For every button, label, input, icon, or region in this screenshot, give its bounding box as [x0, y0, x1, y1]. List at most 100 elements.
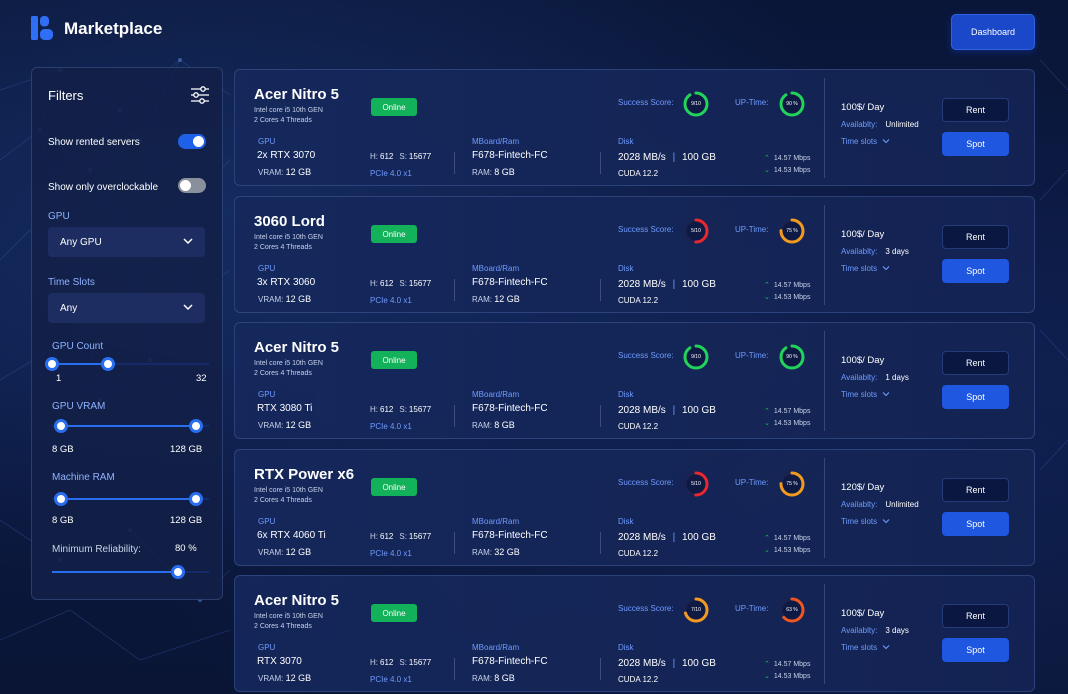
success-score-label: Success Score:	[618, 351, 674, 360]
mboard-label: MBoard/Ram	[472, 264, 520, 273]
time-slots-dropdown[interactable]: Time slots	[841, 643, 890, 652]
column-separator	[600, 658, 601, 680]
gpu-model: 6x RTX 4060 Ti	[257, 530, 326, 541]
rent-button[interactable]: Rent	[942, 478, 1009, 502]
cuda-version: CUDA 12.2	[618, 169, 659, 178]
server-cores: 2 Cores 4 Threads	[254, 244, 312, 251]
rent-button[interactable]: Rent	[942, 225, 1009, 249]
rent-button[interactable]: Rent	[942, 98, 1009, 122]
hs-info: H: 612 S: 15677	[370, 152, 437, 161]
server-card: 3060 Lord Intel core i5 10th GEN 2 Cores…	[234, 196, 1035, 313]
chevron-down-icon	[183, 238, 193, 245]
hs-info: H: 612 S: 15677	[370, 279, 437, 288]
server-cpu: Intel core i5 10th GEN	[254, 487, 323, 494]
availability-label: Availablty:	[841, 500, 878, 509]
disk-size: 100 GB	[681, 532, 716, 543]
vram-label: VRAM:	[258, 168, 284, 177]
h-label: H:	[370, 152, 378, 161]
gpu-vram-slider[interactable]	[52, 419, 209, 433]
availability-info: Availablty: Unlimited	[841, 120, 919, 129]
success-score-ring: 7/10	[683, 597, 709, 623]
arrow-up-icon: ⌃	[764, 282, 770, 289]
slider-thumb-max[interactable]	[100, 357, 115, 371]
gpu-model: RTX 3070	[257, 656, 302, 667]
server-name: Acer Nitro 5	[254, 592, 340, 609]
s-label: S:	[399, 152, 407, 161]
server-name: 3060 Lord	[254, 213, 325, 230]
gpu-label: GPU	[258, 137, 276, 146]
spot-button[interactable]: Spot	[942, 512, 1009, 536]
slider-thumb-max[interactable]	[188, 419, 203, 433]
success-score-label: Success Score:	[618, 225, 674, 234]
availability-value: 3 days	[885, 247, 909, 256]
server-cpu: Intel core i5 10th GEN	[254, 107, 323, 114]
brand-title: Marketplace	[64, 19, 163, 38]
show-rented-toggle[interactable]	[178, 134, 206, 149]
upload-speed: ⌃ 14.57 Mbps	[764, 534, 810, 542]
slider-thumb-min[interactable]	[53, 492, 68, 506]
ram-info: RAM: 8 GB	[472, 420, 515, 430]
availability-value: 3 days	[885, 626, 909, 635]
server-name: RTX Power x6	[254, 466, 355, 483]
spot-button[interactable]: Spot	[942, 132, 1009, 156]
show-overclockable-toggle[interactable]	[178, 178, 206, 193]
column-separator	[454, 405, 455, 427]
mboard-value: F678-Fintech-FC	[472, 150, 548, 161]
dashboard-button[interactable]: Dashboard	[951, 14, 1035, 50]
ram-label: RAM:	[472, 421, 492, 430]
disk-speed: 2028 MB/s	[618, 532, 666, 543]
gpu-select[interactable]: Any GPU	[48, 227, 205, 257]
arrow-down-icon: ⌄	[764, 294, 770, 301]
cuda-version: CUDA 12.2	[618, 422, 659, 431]
gpu-count-slider[interactable]	[45, 357, 209, 371]
time-slots-select[interactable]: Any	[48, 293, 205, 323]
time-slots-dropdown[interactable]: Time slots	[841, 137, 890, 146]
vram-info: VRAM: 12 GB	[258, 420, 311, 430]
rent-button[interactable]: Rent	[942, 604, 1009, 628]
server-cores: 2 Cores 4 Threads	[254, 497, 312, 504]
pipe-separator: |	[672, 532, 676, 543]
disk-info: 2028 MB/s | 100 GB	[618, 658, 716, 669]
uptime-ring: 90 %	[779, 344, 805, 370]
rent-button[interactable]: Rent	[942, 351, 1009, 375]
gpu-vram-label: GPU VRAM	[52, 401, 106, 412]
uptime-label: UP-Time:	[735, 98, 769, 107]
s-value: 15677	[408, 279, 432, 288]
disk-label: Disk	[618, 643, 634, 652]
uptime-label: UP-Time:	[735, 478, 769, 487]
pipe-separator: |	[672, 405, 676, 416]
mboard-label: MBoard/Ram	[472, 643, 520, 652]
upload-speed-value: 14.57 Mbps	[773, 155, 811, 162]
vram-info: VRAM: 12 GB	[258, 167, 311, 177]
mboard-label: MBoard/Ram	[472, 517, 520, 526]
slider-thumb-min[interactable]	[45, 357, 59, 371]
upload-speed: ⌃ 14.57 Mbps	[764, 281, 810, 289]
reliability-slider[interactable]	[52, 565, 209, 579]
disk-label: Disk	[618, 137, 634, 146]
time-slots-label: Time slots	[841, 137, 878, 146]
slider-thumb-max[interactable]	[188, 492, 203, 506]
toggle-knob	[180, 180, 191, 191]
price-per-day: 120$/ Day	[841, 482, 885, 493]
chevron-down-icon	[882, 139, 890, 144]
mboard-value: F678-Fintech-FC	[472, 656, 548, 667]
slider-thumb[interactable]	[170, 565, 185, 579]
upload-speed-value: 14.57 Mbps	[773, 535, 811, 542]
ram-label: RAM:	[472, 295, 492, 304]
spot-button[interactable]: Spot	[942, 385, 1009, 409]
time-slots-dropdown[interactable]: Time slots	[841, 390, 890, 399]
logo-icon	[31, 16, 53, 40]
time-slots-dropdown[interactable]: Time slots	[841, 264, 890, 273]
vram-value: 12 GB	[285, 547, 312, 557]
success-score-ring: 5/10	[683, 218, 709, 244]
machine-ram-slider[interactable]	[52, 492, 209, 506]
availability-info: Availablty: 3 days	[841, 247, 909, 256]
sliders-settings-icon[interactable]	[190, 86, 210, 104]
ram-value: 8 GB	[494, 420, 515, 430]
time-slots-dropdown[interactable]: Time slots	[841, 517, 890, 526]
slider-thumb-min[interactable]	[53, 419, 68, 433]
gpu-count-label: GPU Count	[52, 341, 104, 352]
spot-button[interactable]: Spot	[942, 638, 1009, 662]
spot-button[interactable]: Spot	[942, 259, 1009, 283]
arrow-up-icon: ⌃	[764, 155, 770, 162]
